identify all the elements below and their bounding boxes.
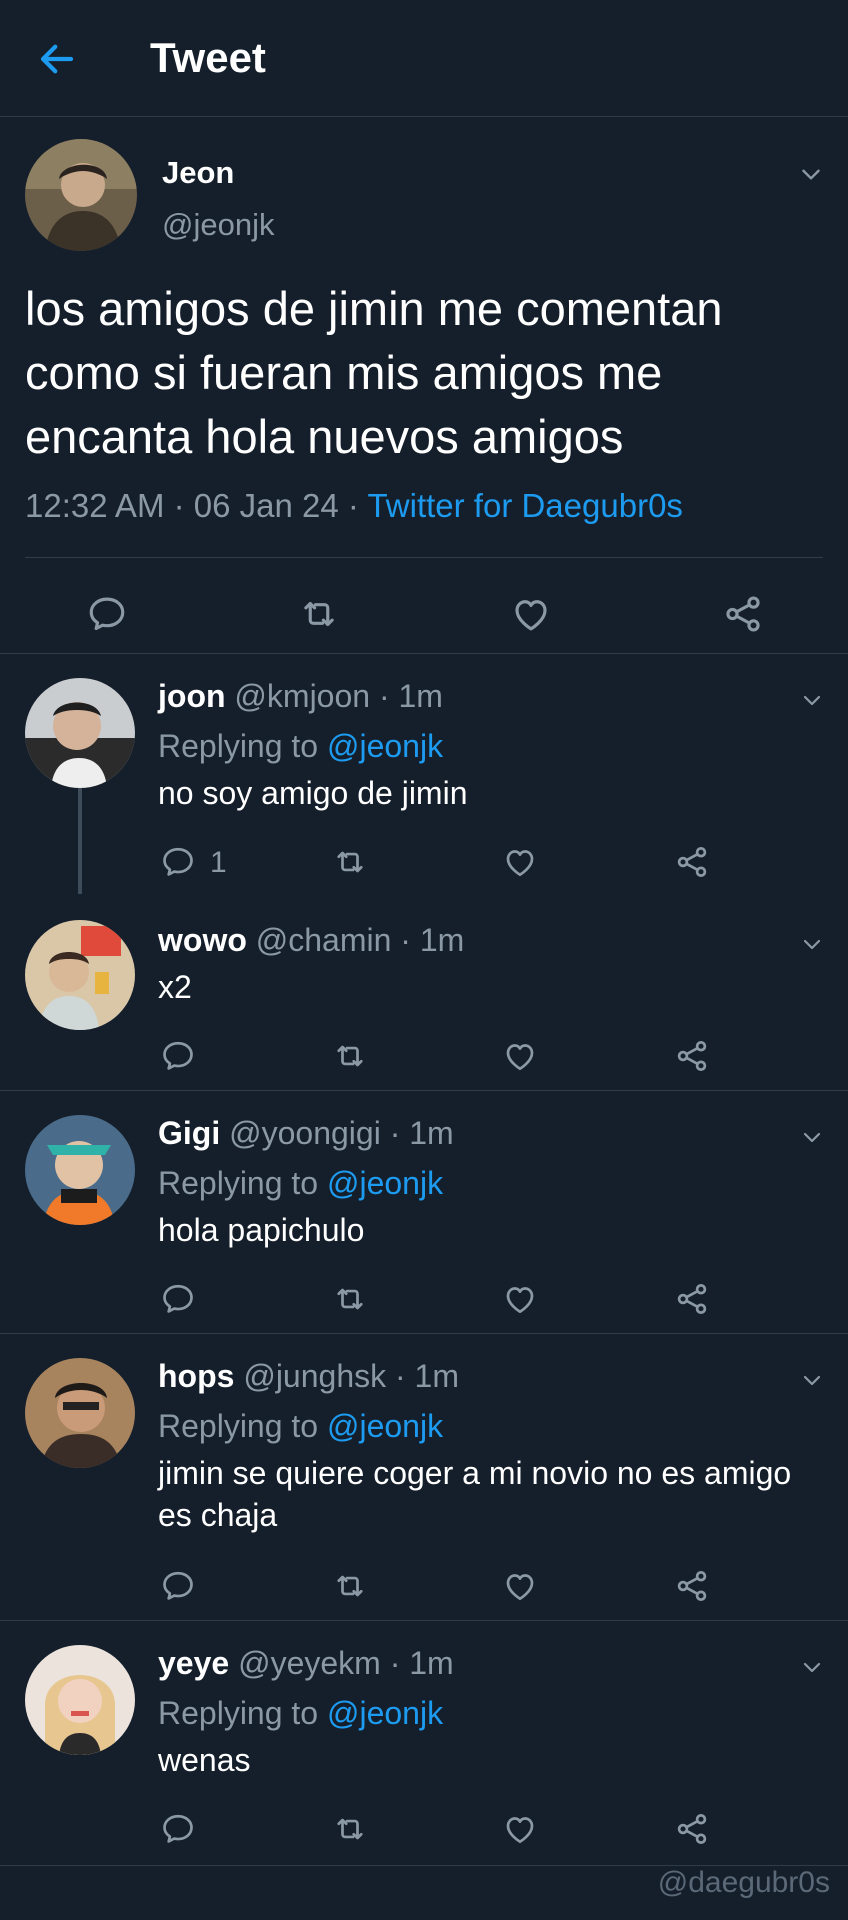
replying-label: Replying to — [158, 1165, 327, 1201]
heart-icon[interactable] — [502, 1811, 538, 1847]
reply-header: joon @kmjoon · 1m — [158, 678, 443, 715]
reply: Gigi @yoongigi · 1m Replying to @jeonjk … — [0, 1091, 848, 1334]
reply-author-handle[interactable]: @junghsk · 1m — [243, 1358, 459, 1394]
main-tweet: Jeon @jeonjk los amigos de jimin me come… — [0, 117, 848, 654]
comment-icon[interactable] — [160, 1038, 196, 1074]
comment-icon[interactable] — [86, 593, 128, 635]
reply-header: wowo @chamin · 1m — [158, 922, 464, 959]
reply-actions — [0, 1568, 848, 1616]
reply-actions — [0, 1281, 848, 1329]
heart-icon[interactable] — [502, 1568, 538, 1604]
chevron-down-icon[interactable] — [800, 688, 824, 712]
reply-header: Gigi @yoongigi · 1m — [158, 1115, 454, 1152]
chevron-down-icon[interactable] — [800, 1125, 824, 1149]
comment-icon[interactable] — [160, 1281, 196, 1317]
avatar[interactable] — [25, 1645, 135, 1755]
reply-text: jimin se quiere coger a mi novio no es a… — [158, 1455, 792, 1533]
retweet-icon[interactable] — [332, 844, 368, 880]
comment-icon[interactable] — [160, 844, 196, 880]
heart-icon[interactable] — [510, 593, 552, 635]
tweet-source-link[interactable]: Twitter for Daegubr0s — [367, 487, 682, 524]
tweet-meta: 12:32 AM · 06 Jan 24 · Twitter for Daegu… — [25, 487, 683, 525]
divider — [25, 557, 823, 558]
reply-text: wenas — [158, 1742, 251, 1778]
reply-author-name[interactable]: wowo — [158, 922, 247, 958]
chevron-down-icon[interactable] — [800, 932, 824, 956]
replying-label: Replying to — [158, 728, 327, 764]
retweet-icon[interactable] — [332, 1811, 368, 1847]
chevron-down-icon[interactable] — [800, 1368, 824, 1392]
watermark: @daegubr0s — [657, 1866, 830, 1899]
chevron-down-icon[interactable] — [800, 1655, 824, 1679]
reply-author-name[interactable]: yeye — [158, 1645, 229, 1681]
comment-icon[interactable] — [160, 1568, 196, 1604]
comment-icon[interactable] — [160, 1811, 196, 1847]
replying-to: Replying to @jeonjk — [158, 1695, 443, 1732]
reply: hops @junghsk · 1m Replying to @jeonjk j… — [0, 1334, 848, 1621]
tweet-text: los amigos de jimin me comentan como si … — [25, 282, 723, 463]
replying-label: Replying to — [158, 1408, 327, 1444]
avatar[interactable] — [25, 678, 135, 788]
tweet-timestamp: 12:32 AM · 06 Jan 24 · — [25, 487, 368, 524]
reply-author-handle[interactable]: @kmjoon · 1m — [234, 678, 443, 714]
reply-text: x2 — [158, 969, 192, 1005]
reply-header: hops @junghsk · 1m — [158, 1358, 459, 1395]
retweet-icon[interactable] — [332, 1568, 368, 1604]
avatar[interactable] — [25, 139, 137, 251]
reply-actions — [0, 1811, 848, 1859]
reply-header: yeye @yeyekm · 1m — [158, 1645, 454, 1682]
heart-icon[interactable] — [502, 1038, 538, 1074]
mention-link[interactable]: @jeonjk — [327, 1165, 443, 1201]
tweet-actions — [0, 573, 848, 653]
reply-author-name[interactable]: joon — [158, 678, 226, 714]
avatar[interactable] — [25, 1358, 135, 1468]
reply-text: hola papichulo — [158, 1212, 365, 1248]
reply-count: 1 — [210, 846, 227, 879]
top-bar: Tweet — [0, 0, 848, 117]
replying-to: Replying to @jeonjk — [158, 1165, 443, 1202]
heart-icon[interactable] — [502, 1281, 538, 1317]
reply-thread: joon @kmjoon · 1m Replying to @jeonjk no… — [0, 654, 848, 1091]
retweet-icon[interactable] — [332, 1281, 368, 1317]
share-icon[interactable] — [674, 1038, 710, 1074]
author-name[interactable]: Jeon — [162, 155, 234, 191]
replying-label: Replying to — [158, 1695, 327, 1731]
reply-author-name[interactable]: hops — [158, 1358, 234, 1394]
retweet-icon[interactable] — [332, 1038, 368, 1074]
heart-icon[interactable] — [502, 844, 538, 880]
reply: yeye @yeyekm · 1m Replying to @jeonjk we… — [0, 1621, 848, 1866]
chevron-down-icon[interactable] — [798, 161, 824, 187]
mention-link[interactable]: @jeonjk — [327, 1695, 443, 1731]
replying-to: Replying to @jeonjk — [158, 1408, 443, 1445]
reply-text: no soy amigo de jimin — [158, 775, 468, 811]
reply-actions: 1 — [0, 844, 848, 892]
reply-author-handle[interactable]: @yeyekm · 1m — [238, 1645, 454, 1681]
share-icon[interactable] — [674, 1281, 710, 1317]
reply-author-handle[interactable]: @chamin · 1m — [256, 922, 465, 958]
share-icon[interactable] — [674, 1568, 710, 1604]
reply-author-name[interactable]: Gigi — [158, 1115, 220, 1151]
back-arrow-icon[interactable] — [36, 38, 78, 80]
share-icon[interactable] — [722, 593, 764, 635]
share-icon[interactable] — [674, 844, 710, 880]
replying-to: Replying to @jeonjk — [158, 728, 443, 765]
mention-link[interactable]: @jeonjk — [327, 728, 443, 764]
reply-actions — [0, 1038, 848, 1086]
retweet-icon[interactable] — [298, 593, 340, 635]
share-icon[interactable] — [674, 1811, 710, 1847]
mention-link[interactable]: @jeonjk — [327, 1408, 443, 1444]
author-handle[interactable]: @jeonjk — [162, 207, 274, 243]
avatar[interactable] — [25, 920, 135, 1030]
reply-author-handle[interactable]: @yoongigi · 1m — [229, 1115, 454, 1151]
page-title: Tweet — [150, 34, 266, 81]
avatar[interactable] — [25, 1115, 135, 1225]
